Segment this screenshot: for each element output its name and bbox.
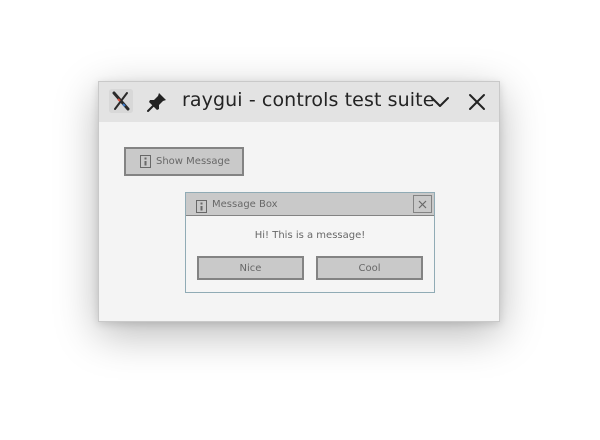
window-titlebar[interactable]: raygui - controls test suite xyxy=(99,82,499,122)
close-icon xyxy=(418,200,427,208)
show-message-button[interactable]: Show Message xyxy=(124,147,244,176)
message-box-close-button[interactable] xyxy=(413,195,432,213)
info-icon xyxy=(196,198,207,213)
close-icon[interactable] xyxy=(466,91,488,113)
pin-icon[interactable] xyxy=(146,91,168,113)
window-content: Show Message Message Box Hi! This is a m… xyxy=(99,122,499,321)
message-box-title: Message Box xyxy=(212,198,278,210)
message-box: Message Box Hi! This is a message! Nice … xyxy=(185,192,435,293)
message-box-titlebar[interactable]: Message Box xyxy=(186,193,434,216)
show-message-label: Show Message xyxy=(156,156,230,167)
info-icon xyxy=(140,155,151,168)
cool-button[interactable]: Cool xyxy=(316,256,423,280)
chevron-down-icon[interactable] xyxy=(429,92,451,112)
nice-button[interactable]: Nice xyxy=(197,256,304,280)
window-title: raygui - controls test suite xyxy=(182,89,435,111)
app-window: raygui - controls test suite Show Messag… xyxy=(98,81,500,322)
raygui-app-icon xyxy=(109,89,133,113)
message-text: Hi! This is a message! xyxy=(254,230,366,241)
